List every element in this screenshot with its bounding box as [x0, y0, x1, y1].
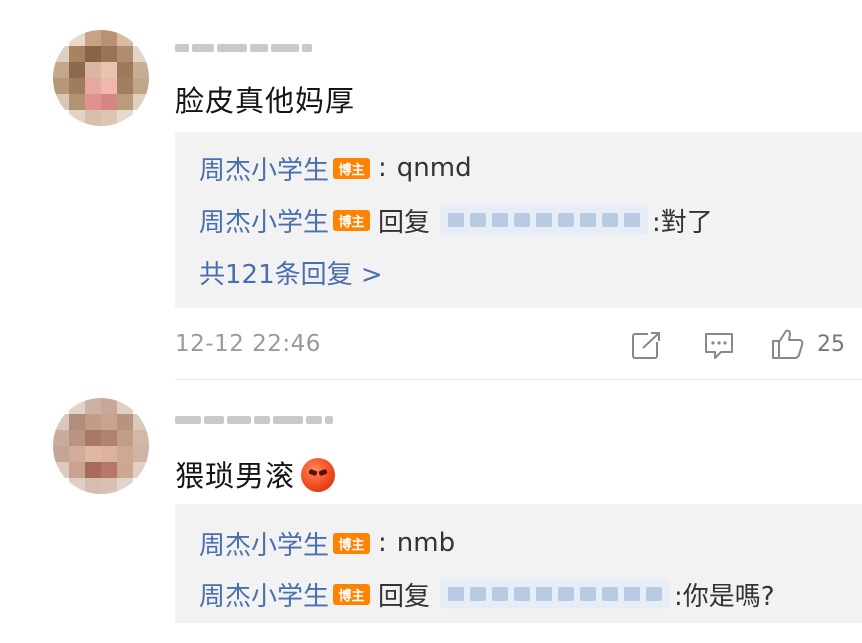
reply-text: :你是嗎?	[674, 581, 775, 612]
author-badge: 博主	[333, 532, 371, 554]
reply-keyword: 回复	[378, 581, 431, 612]
avatar[interactable]	[53, 398, 149, 494]
author-badge: 博主	[333, 157, 371, 179]
reply-text: :對了	[652, 207, 713, 238]
more-replies-link[interactable]: 共121条回复 >	[199, 255, 383, 290]
comment-icon[interactable]	[703, 331, 735, 365]
avatar[interactable]	[53, 30, 149, 126]
comment-text: 猥琐男滚	[175, 453, 336, 495]
reply-username[interactable]: 周杰小学生	[199, 576, 329, 613]
comment-item: 脸皮真他妈厚 周杰小学生 博主 : qnmd 周杰小学生 博主 回复 :對了 共…	[0, 0, 862, 380]
reply-username[interactable]: 周杰小学生	[199, 202, 329, 239]
username-blurred[interactable]	[175, 40, 312, 56]
like-icon[interactable]	[771, 328, 805, 364]
reply-separator: :	[378, 153, 387, 183]
reply-text: nmb	[396, 528, 456, 558]
reply-item[interactable]: 周杰小学生 博主 回复 :你是嗎?	[199, 576, 775, 613]
reply-text: qnmd	[396, 153, 472, 183]
comment-text-content: 猥琐男滚	[175, 459, 296, 493]
reply-target-blurred[interactable]	[440, 579, 671, 609]
angry-face-emoji-icon	[301, 458, 336, 492]
share-icon[interactable]	[631, 330, 663, 364]
author-badge: 博主	[333, 583, 371, 605]
comment-item: 猥琐男滚 周杰小学生 博主 : nmb 周杰小学生 博主 回复 :你是嗎?	[0, 380, 862, 643]
reply-box[interactable]: 周杰小学生 博主 : nmb 周杰小学生 博主 回复 :你是嗎?	[175, 504, 862, 623]
like-count: 25	[817, 332, 845, 357]
reply-box[interactable]: 周杰小学生 博主 : qnmd 周杰小学生 博主 回复 :對了 共121条回复 …	[175, 132, 862, 308]
reply-target-blurred[interactable]	[440, 205, 649, 235]
reply-separator: :	[378, 528, 387, 558]
comment-text: 脸皮真他妈厚	[175, 84, 356, 118]
reply-item[interactable]: 周杰小学生 博主 回复 :對了	[199, 202, 713, 239]
author-badge: 博主	[333, 209, 371, 231]
reply-item[interactable]: 周杰小学生 博主 : qnmd	[199, 150, 472, 187]
reply-item[interactable]: 周杰小学生 博主 : nmb	[199, 525, 456, 562]
comment-time: 12-12 22:46	[175, 331, 321, 357]
reply-username[interactable]: 周杰小学生	[199, 525, 329, 562]
reply-username[interactable]: 周杰小学生	[199, 150, 329, 187]
username-blurred[interactable]	[175, 412, 333, 428]
reply-keyword: 回复	[378, 207, 431, 238]
